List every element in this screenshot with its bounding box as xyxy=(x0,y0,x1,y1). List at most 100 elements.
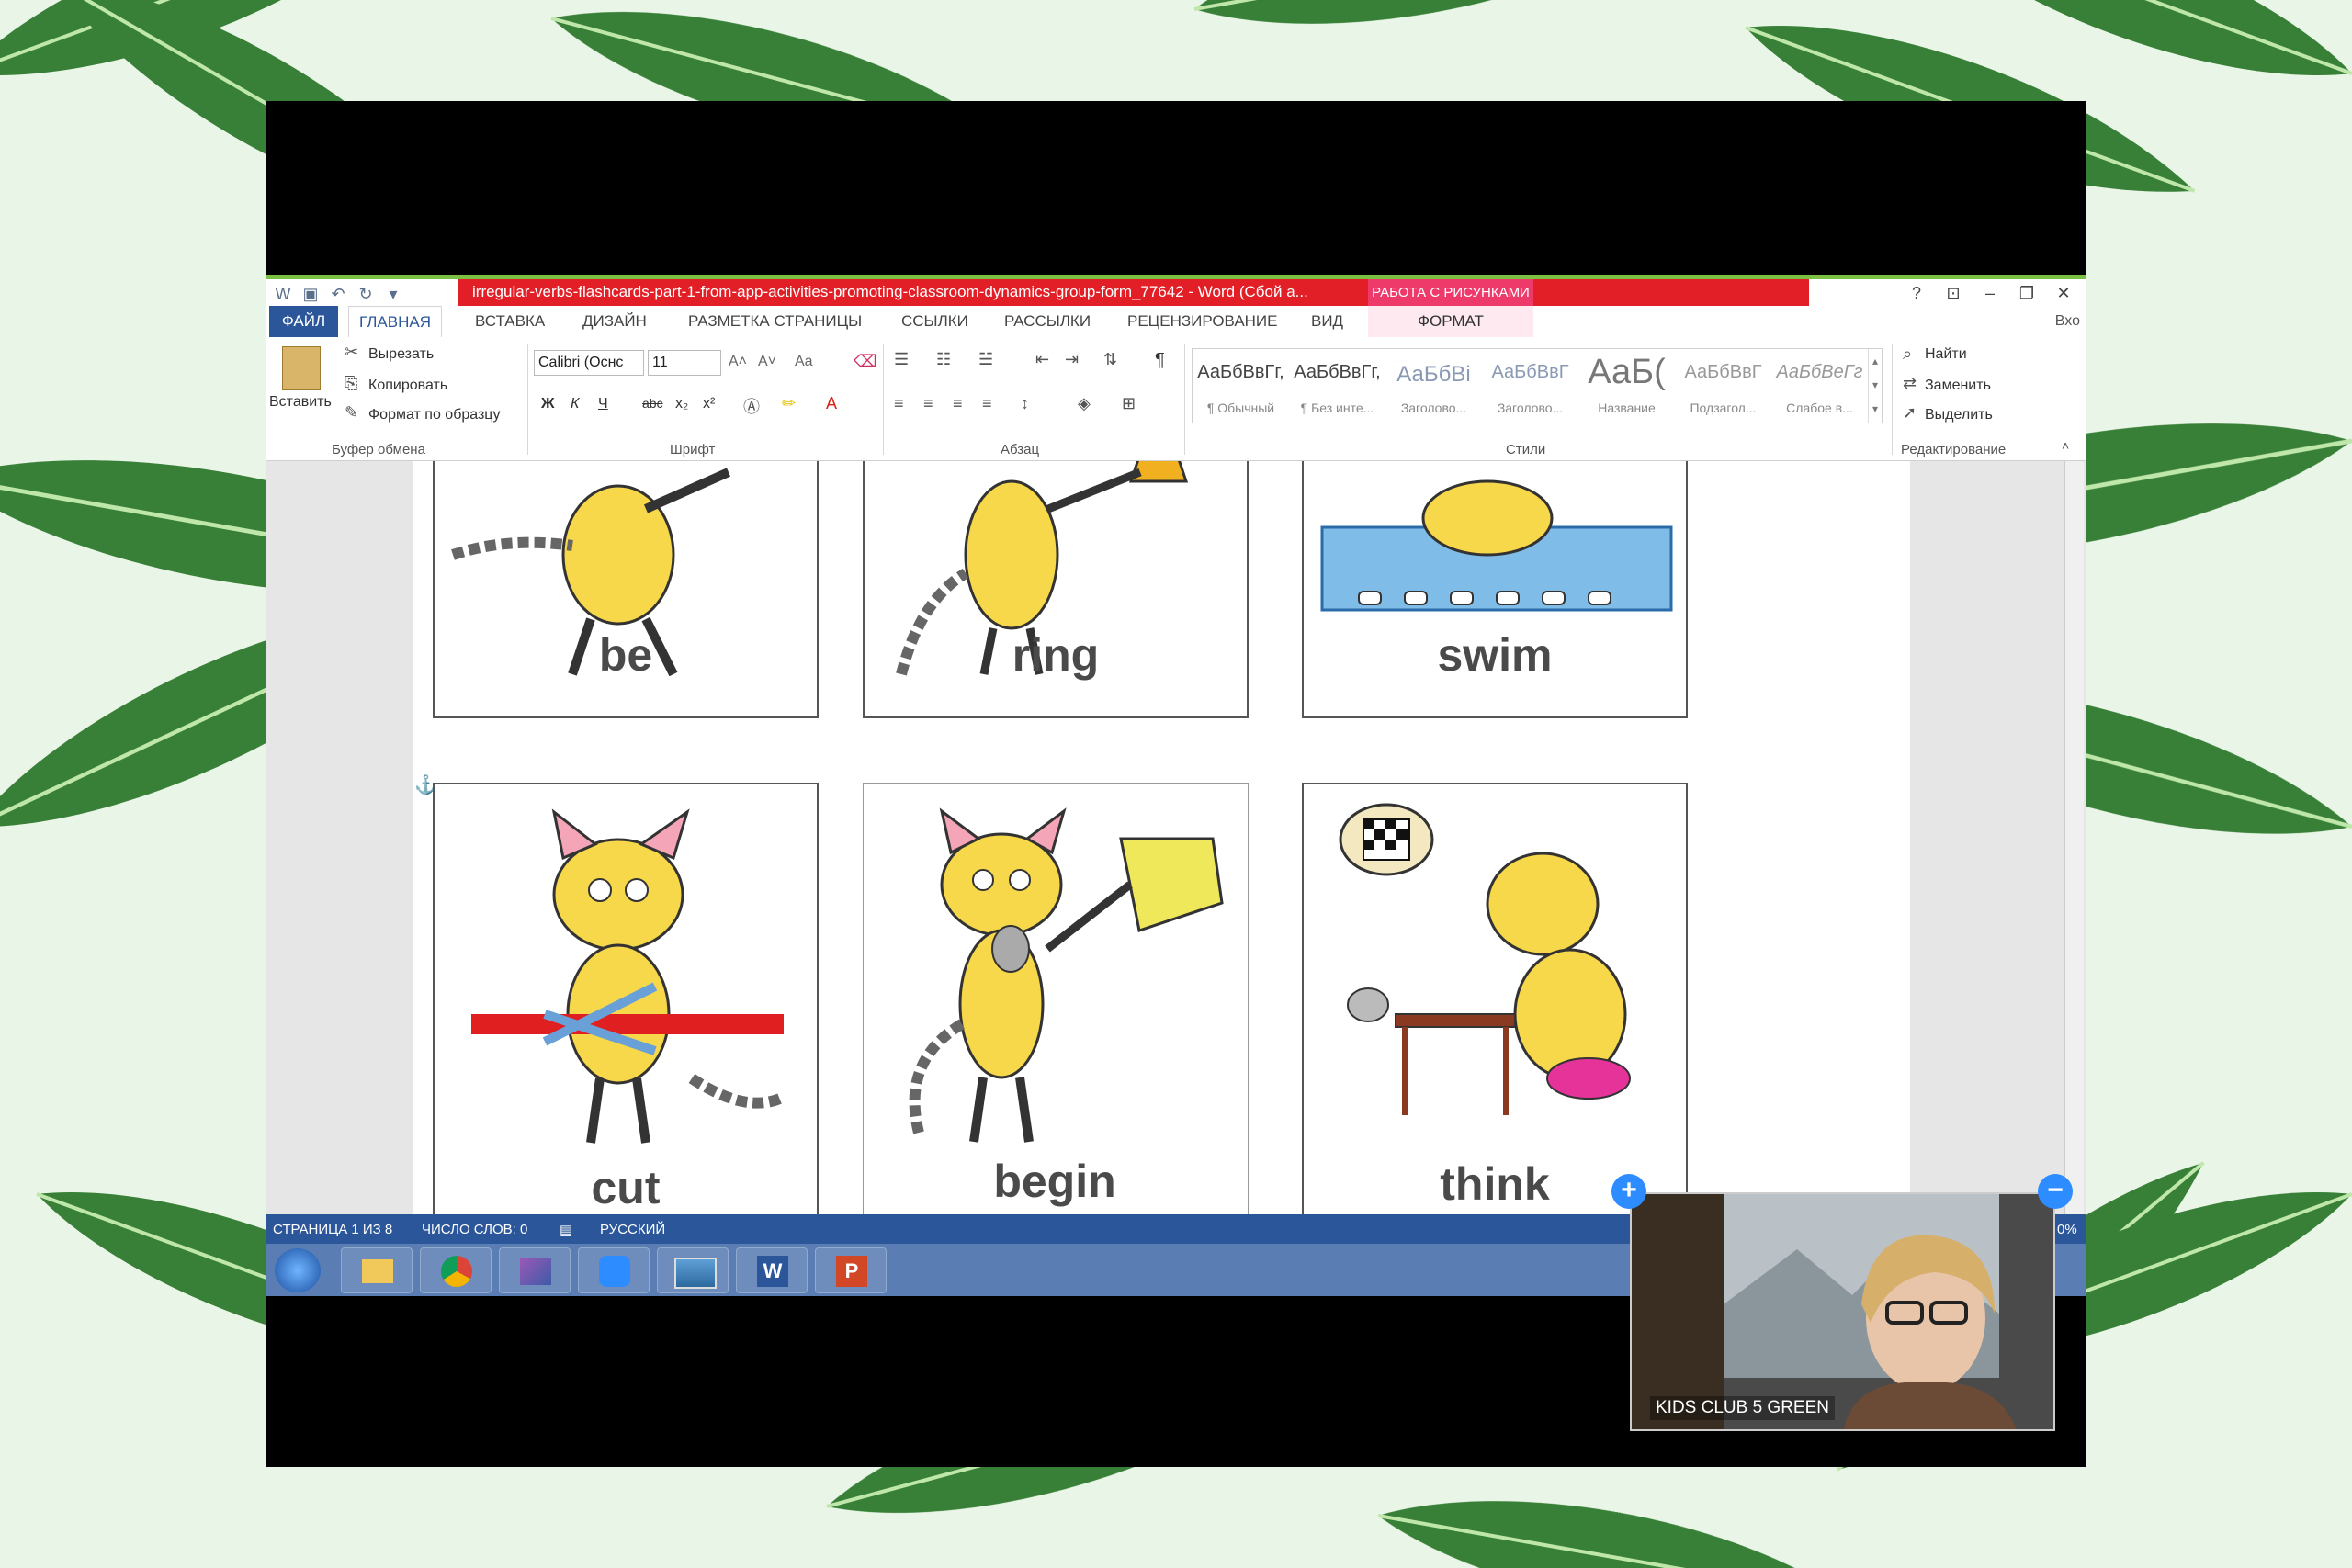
proofing-icon[interactable]: ▤ xyxy=(560,1222,572,1238)
font-size-dropdown[interactable]: 11 xyxy=(648,350,721,376)
select-button[interactable]: Выделить xyxy=(1925,407,1993,423)
language-status[interactable]: РУССКИЙ xyxy=(600,1222,665,1237)
tab-insert[interactable]: ВСТАВКА xyxy=(475,306,545,337)
styles-gallery[interactable]: АаБбВвГг, ¶ Обычный АаБбВвГг, ¶ Без инте… xyxy=(1192,348,1883,423)
style-sample: АаБбВвГг, xyxy=(1197,362,1284,382)
help-button[interactable]: ? xyxy=(1901,281,1932,305)
borders-icon[interactable]: ⊞ xyxy=(1122,394,1136,413)
participant-video[interactable]: KIDS CLUB 5 GREEN xyxy=(1630,1192,2055,1431)
style-title[interactable]: АаБ( Название xyxy=(1578,349,1675,423)
subscript-button[interactable]: x₂ xyxy=(675,396,688,412)
font-name-dropdown[interactable]: Calibri (Оснс xyxy=(534,350,644,376)
paste-icon[interactable] xyxy=(282,346,321,390)
justify-icon[interactable]: ≡ xyxy=(982,394,992,413)
flashcard-begin[interactable]: begin xyxy=(863,783,1249,1214)
format-painter-button[interactable]: Формат по образцу xyxy=(368,407,500,423)
group-editing-label: Редактирование xyxy=(1901,442,2007,457)
word-taskbar-button[interactable]: W xyxy=(736,1247,808,1293)
show-marks-button[interactable]: ¶ xyxy=(1155,350,1165,371)
page-count[interactable]: СТРАНИЦА 1 ИЗ 8 xyxy=(273,1222,392,1237)
find-button[interactable]: Найти xyxy=(1925,346,1967,363)
chrome-taskbar-button[interactable] xyxy=(420,1247,492,1293)
tab-design[interactable]: ДИЗАЙН xyxy=(582,306,647,337)
tab-review[interactable]: РЕЦЕНЗИРОВАНИЕ xyxy=(1127,306,1278,337)
undo-icon[interactable]: ↶ xyxy=(328,285,348,303)
text-effects-icon[interactable]: Ⓐ xyxy=(743,394,760,418)
redo-icon[interactable]: ↻ xyxy=(356,285,376,303)
paste-button[interactable]: Вставить xyxy=(269,394,332,411)
style-heading-2[interactable]: АаБбВвГ Заголово... xyxy=(1482,349,1578,423)
decrease-indent-icon[interactable]: ⇤ xyxy=(1035,350,1049,369)
strikethrough-button[interactable]: abc xyxy=(642,396,663,411)
numbering-icon[interactable]: ☷ xyxy=(936,350,951,369)
restore-icon[interactable]: ❐ xyxy=(2011,281,2042,305)
tab-mailings[interactable]: РАССЫЛКИ xyxy=(1004,306,1091,337)
shading-icon[interactable]: ◈ xyxy=(1078,394,1091,413)
style-sample: АаБбВвГ xyxy=(1684,362,1762,382)
italic-button[interactable]: К xyxy=(571,396,579,412)
word-count[interactable]: ЧИСЛО СЛОВ: 0 xyxy=(422,1222,527,1237)
flashcard-cut[interactable]: cut xyxy=(433,783,819,1214)
cat-illustration-cut xyxy=(471,808,786,1144)
increase-indent-icon[interactable]: ⇥ xyxy=(1065,350,1079,369)
tab-home[interactable]: ГЛАВНАЯ xyxy=(348,306,442,338)
save-icon[interactable]: ▣ xyxy=(300,285,321,303)
minimize-icon[interactable]: – xyxy=(1974,281,2006,305)
customize-toolbar-icon[interactable]: ▾ xyxy=(383,285,403,303)
collapse-ribbon-icon[interactable]: ˄ xyxy=(2062,438,2069,453)
zoom-taskbar-button[interactable] xyxy=(578,1247,650,1293)
style-no-spacing[interactable]: АаБбВвГг, ¶ Без инте... xyxy=(1289,349,1385,423)
underline-button[interactable]: Ч xyxy=(598,396,608,412)
flashcard-swim[interactable]: swim xyxy=(1302,461,1688,718)
highlight-icon[interactable]: ✏ xyxy=(782,394,796,413)
ribbon-display-icon[interactable]: ⊡ xyxy=(1938,281,1969,305)
zoom-level[interactable]: 0% xyxy=(2057,1222,2077,1237)
shrink-font-button[interactable]: A˅ xyxy=(758,354,776,370)
style-subtitle[interactable]: АаБбВвГ Подзагол... xyxy=(1675,349,1771,423)
tab-layout[interactable]: РАЗМЕТКА СТРАНИЦЫ xyxy=(688,306,862,337)
powerpoint-taskbar-button[interactable]: P xyxy=(815,1247,887,1293)
start-button-icon[interactable] xyxy=(275,1248,321,1292)
style-sample: АаБбВвГг, xyxy=(1294,362,1381,382)
tab-file[interactable]: ФАЙЛ xyxy=(269,306,338,337)
add-icon[interactable]: + xyxy=(1611,1174,1646,1209)
cut-button[interactable]: Вырезать xyxy=(368,346,434,363)
sort-icon[interactable]: ⇅ xyxy=(1103,350,1117,369)
align-right-icon[interactable]: ≡ xyxy=(953,394,963,413)
flashcard-think[interactable]: think xyxy=(1302,783,1688,1214)
style-subtle-emphasis[interactable]: АаБбВеГг Слабое в... xyxy=(1771,349,1868,423)
word-icon: W xyxy=(757,1256,788,1287)
replace-button[interactable]: Заменить xyxy=(1925,378,1991,394)
photos-taskbar-button[interactable] xyxy=(657,1247,729,1293)
bold-button[interactable]: Ж xyxy=(541,396,554,412)
align-center-icon[interactable]: ≡ xyxy=(923,394,933,413)
tab-references[interactable]: ССЫЛКИ xyxy=(901,306,968,337)
style-normal[interactable]: АаБбВвГг, ¶ Обычный xyxy=(1193,349,1289,423)
copy-button[interactable]: Копировать xyxy=(368,378,447,394)
styles-scroll[interactable]: ▴ ▾ ▾ xyxy=(1868,349,1882,423)
font-name-value: Calibri (Оснс xyxy=(538,355,624,370)
multilevel-list-icon[interactable]: ☱ xyxy=(978,350,993,369)
group-font-label: Шрифт xyxy=(670,442,716,457)
explorer-taskbar-button[interactable] xyxy=(341,1247,413,1293)
change-case-button[interactable]: Aa xyxy=(795,354,813,370)
tab-format[interactable]: ФОРМАТ xyxy=(1368,306,1533,337)
tab-view[interactable]: ВИД xyxy=(1311,306,1343,337)
clear-formatting-icon[interactable]: ⌫ xyxy=(854,352,876,371)
sign-in-link[interactable]: Вхо xyxy=(2055,313,2080,330)
font-color-icon[interactable]: A xyxy=(826,394,837,413)
app-taskbar-button[interactable] xyxy=(499,1247,571,1293)
vertical-scrollbar[interactable] xyxy=(2064,461,2084,1214)
flashcard-ring[interactable]: ring xyxy=(863,461,1249,718)
style-heading-1[interactable]: АаБбВі Заголово... xyxy=(1385,349,1482,423)
bullets-icon[interactable]: ☰ xyxy=(894,350,909,369)
close-icon[interactable]: ✕ xyxy=(2048,281,2079,305)
align-left-icon[interactable]: ≡ xyxy=(894,394,904,413)
minimize-video-icon[interactable]: − xyxy=(2038,1174,2073,1209)
superscript-button[interactable]: x² xyxy=(703,396,715,412)
style-sample: АаБбВвГ xyxy=(1491,362,1569,382)
flashcard-be[interactable]: be xyxy=(433,461,819,718)
line-spacing-icon[interactable]: ↕ xyxy=(1021,394,1029,413)
flashcard-word: be xyxy=(598,629,653,681)
grow-font-button[interactable]: A˄ xyxy=(729,354,747,370)
